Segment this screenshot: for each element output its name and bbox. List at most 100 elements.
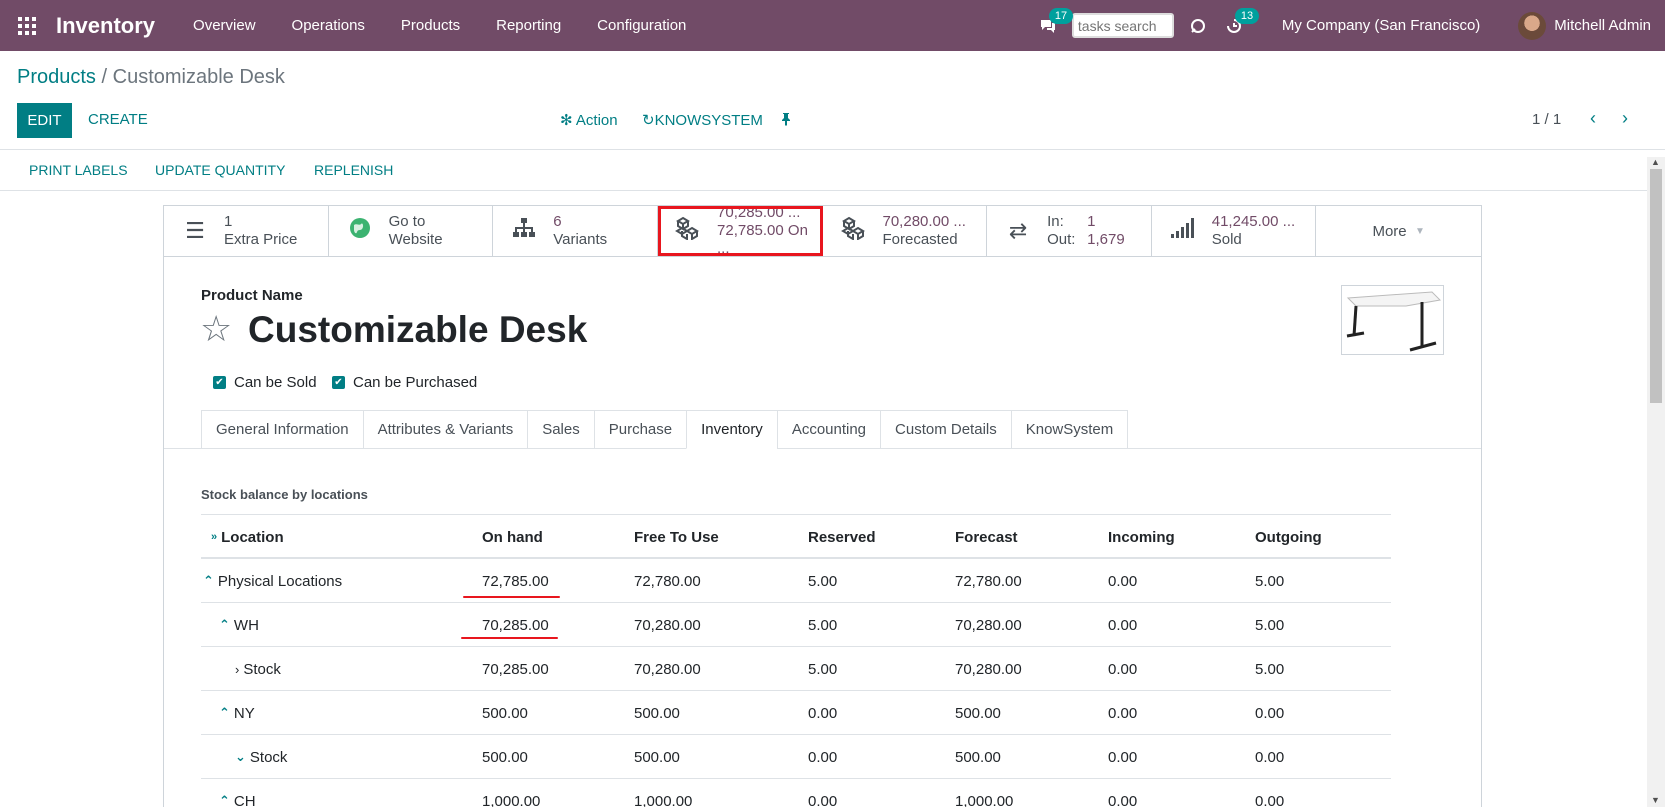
free-to-use-value: 1,000.00 bbox=[634, 792, 693, 807]
tab-custom-details[interactable]: Custom Details bbox=[880, 410, 1011, 449]
edit-button[interactable]: EDIT bbox=[17, 103, 72, 138]
free-to-use-value: 70,280.00 bbox=[634, 660, 701, 678]
scroll-thumb[interactable] bbox=[1650, 169, 1662, 403]
signal-icon bbox=[1168, 217, 1198, 245]
knowsystem-button[interactable]: ↻KNOWSYSTEM bbox=[642, 111, 763, 129]
incoming-header: Incoming bbox=[1108, 528, 1175, 546]
apps-menu-icon[interactable] bbox=[0, 0, 54, 51]
tab-purchase[interactable]: Purchase bbox=[593, 410, 687, 449]
activity-icon[interactable]: 13 bbox=[1216, 0, 1260, 51]
favorite-star-icon[interactable]: ☆ bbox=[200, 308, 232, 350]
scroll-down-arrow-icon[interactable]: ▼ bbox=[1651, 795, 1660, 805]
incoming-value: 0.00 bbox=[1108, 748, 1138, 766]
collapse-chevron-icon[interactable]: ⌃ bbox=[203, 573, 214, 589]
pager-next-icon[interactable]: › bbox=[1622, 108, 1628, 129]
product-image[interactable] bbox=[1341, 285, 1444, 355]
can-be-sold-checkbox[interactable]: ✔ Can be Sold bbox=[213, 374, 317, 391]
menu-products[interactable]: Products bbox=[383, 17, 478, 34]
company-switcher[interactable]: My Company (San Francisco) bbox=[1282, 17, 1480, 34]
pin-icon[interactable] bbox=[780, 112, 792, 129]
menu-overview[interactable]: Overview bbox=[175, 17, 274, 34]
breadcrumb-products-link[interactable]: Products bbox=[17, 66, 96, 88]
checkbox-checked-icon[interactable]: ✔ bbox=[332, 376, 345, 389]
reserved-value: 5.00 bbox=[808, 616, 838, 634]
stock-section-label: Stock balance by locations bbox=[201, 487, 368, 502]
table-row[interactable]: ⌃ CH 1,000.00 1,000.00 0.00 1,000.00 0.00… bbox=[201, 779, 1391, 807]
menu-configuration[interactable]: Configuration bbox=[579, 17, 704, 34]
incoming-value: 0.00 bbox=[1108, 572, 1138, 590]
table-row[interactable]: ⌄ Stock 500.00 500.00 0.00 500.00 0.00 0.… bbox=[201, 735, 1391, 779]
tab-inventory[interactable]: Inventory bbox=[686, 410, 777, 449]
menu-reporting[interactable]: Reporting bbox=[478, 17, 579, 34]
knowsystem-icon: ↻ bbox=[642, 112, 655, 129]
notebook-tabs: General Information Attributes & Variant… bbox=[201, 410, 1129, 449]
tab-attributes-variants[interactable]: Attributes & Variants bbox=[362, 410, 528, 449]
pager-value[interactable]: 1 / 1 bbox=[1532, 111, 1561, 128]
variants-smart-button[interactable]: 6 Variants bbox=[493, 206, 658, 256]
refresh-icon[interactable] bbox=[1180, 0, 1216, 51]
user-menu[interactable]: Mitchell Admin bbox=[1554, 17, 1651, 34]
free-to-use-value: 70,280.00 bbox=[634, 616, 701, 634]
on-hand-label: 72,785.00 On ... bbox=[717, 222, 808, 257]
website-label: Website bbox=[388, 231, 443, 248]
can-be-purchased-checkbox[interactable]: ✔ Can be Purchased bbox=[332, 374, 477, 391]
location-name: Stock bbox=[249, 748, 288, 766]
user-avatar[interactable] bbox=[1518, 11, 1547, 40]
control-panel-divider bbox=[0, 149, 1665, 150]
tab-sales[interactable]: Sales bbox=[527, 410, 594, 449]
table-row[interactable]: ⌃ NY 500.00 500.00 0.00 500.00 0.00 0.00 bbox=[201, 691, 1391, 735]
collapse-chevron-icon[interactable]: ⌃ bbox=[219, 793, 230, 807]
location-name: WH bbox=[233, 616, 259, 634]
page-scrollbar[interactable]: ▲ ▼ bbox=[1647, 157, 1665, 807]
scroll-up-arrow-icon[interactable]: ▲ bbox=[1651, 157, 1660, 167]
on-hand-value: 70,285.00 bbox=[482, 616, 549, 634]
top-navbar: Inventory Overview Operations Products R… bbox=[0, 0, 1665, 51]
checkbox-checked-icon[interactable]: ✔ bbox=[213, 376, 226, 389]
variants-label: Variants bbox=[553, 231, 608, 248]
globe-icon bbox=[345, 217, 375, 245]
app-brand[interactable]: Inventory bbox=[54, 13, 155, 39]
tab-general-information[interactable]: General Information bbox=[201, 410, 363, 449]
knowsystem-label: KNOWSYSTEM bbox=[654, 112, 763, 129]
update-quantity-button[interactable]: UPDATE QUANTITY bbox=[155, 162, 285, 178]
more-smart-button[interactable]: More ▼ bbox=[1316, 206, 1481, 256]
location-header[interactable]: » Location bbox=[211, 515, 284, 559]
table-row[interactable]: ⌃ Physical Locations 72,785.00 72,780.00 … bbox=[201, 559, 1391, 603]
tasks-search-input[interactable] bbox=[1071, 13, 1174, 38]
replenish-button[interactable]: REPLENISH bbox=[314, 162, 393, 178]
outgoing-value: 5.00 bbox=[1255, 572, 1285, 590]
breadcrumb: Products / Customizable Desk bbox=[17, 66, 285, 89]
list-icon: ☰ bbox=[185, 218, 205, 243]
tab-knowsystem[interactable]: KnowSystem bbox=[1010, 410, 1129, 449]
expand-chevron-icon[interactable]: › bbox=[235, 662, 239, 677]
table-row[interactable]: › Stock 70,285.00 70,280.00 5.00 70,280.0… bbox=[201, 647, 1391, 691]
expanded-chevron-icon[interactable]: ⌄ bbox=[235, 749, 246, 765]
exchange-icon: ⇄ bbox=[1008, 218, 1028, 243]
collapse-chevron-icon[interactable]: ⌃ bbox=[219, 705, 230, 721]
sold-smart-button[interactable]: 41,245.00 ... Sold bbox=[1152, 206, 1317, 256]
website-smart-button[interactable]: Go to Website bbox=[329, 206, 494, 256]
red-underline-annotation bbox=[461, 637, 558, 639]
forecasted-smart-button[interactable]: 70,280.00 ... Forecasted bbox=[823, 206, 988, 256]
more-label: More bbox=[1372, 222, 1407, 240]
table-row[interactable]: ⌃ WH 70,285.00 70,280.00 5.00 70,280.00 0… bbox=[201, 603, 1391, 647]
action-menu[interactable]: ✻ Action bbox=[560, 111, 618, 129]
forecast-value: 500.00 bbox=[955, 704, 1001, 722]
on-hand-smart-button[interactable]: 70,285.00 ... 72,785.00 On ... bbox=[657, 204, 823, 257]
out-value: 1,679 bbox=[1087, 231, 1125, 248]
forecast-header: Forecast bbox=[955, 528, 1018, 546]
reserved-value: 5.00 bbox=[808, 572, 838, 590]
pager-previous-icon[interactable]: ‹ bbox=[1590, 108, 1596, 129]
print-labels-button[interactable]: PRINT LABELS bbox=[29, 162, 128, 178]
tab-accounting[interactable]: Accounting bbox=[776, 410, 881, 449]
create-button[interactable]: CREATE bbox=[88, 111, 148, 128]
chat-icon[interactable]: 17 bbox=[1030, 0, 1074, 51]
in-out-smart-button[interactable]: ⇄ In: 1 Out: 1,679 bbox=[987, 206, 1152, 256]
collapse-chevron-icon[interactable]: ⌃ bbox=[219, 617, 230, 633]
menu-operations[interactable]: Operations bbox=[274, 17, 383, 34]
on-hand-value: 500.00 bbox=[482, 704, 528, 722]
expand-all-icon[interactable]: » bbox=[211, 531, 217, 543]
outgoing-value: 5.00 bbox=[1255, 660, 1285, 678]
form-sheet: ☰ 1 Extra Price Go to Website 6 Variants 70… bbox=[163, 204, 1482, 807]
extra-price-smart-button[interactable]: ☰ 1 Extra Price bbox=[164, 206, 329, 256]
